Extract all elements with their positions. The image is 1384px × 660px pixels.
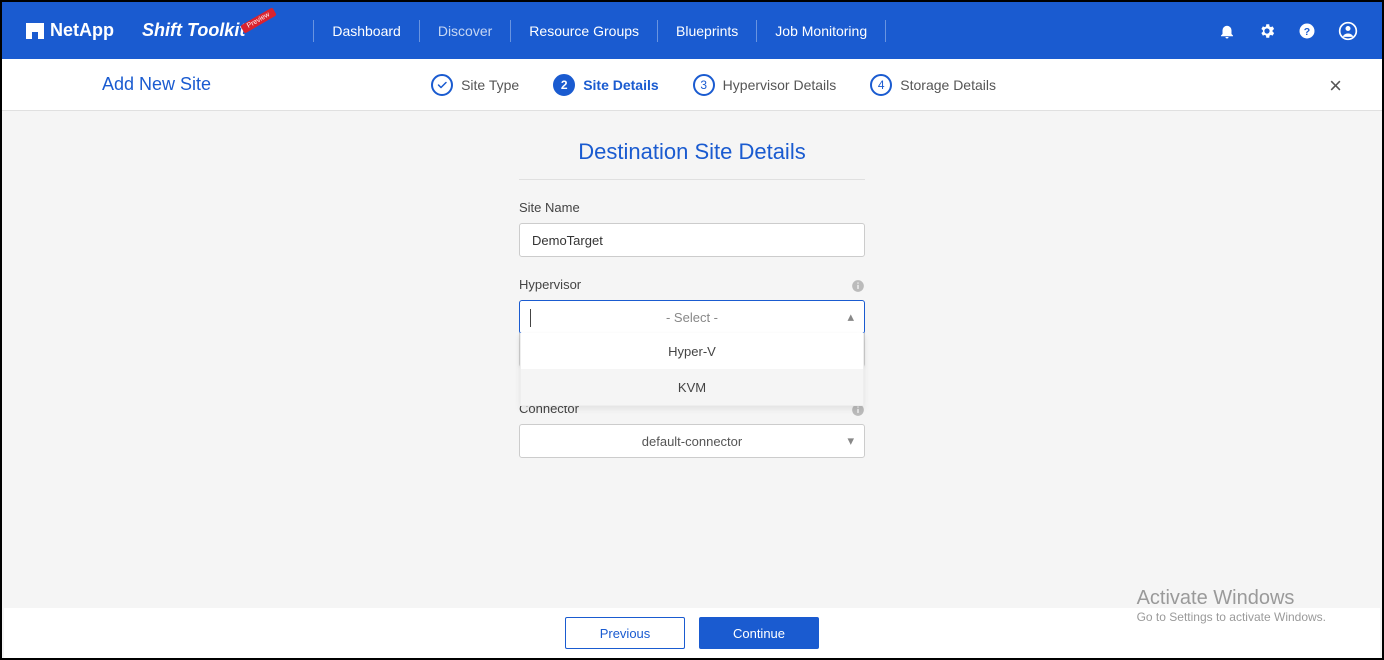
wizard-header: Add New Site Site Type 2 Site Details 3 … <box>2 59 1382 111</box>
bell-icon[interactable] <box>1218 22 1236 40</box>
primary-nav: Dashboard Discover Resource Groups Bluep… <box>295 20 904 42</box>
wizard-footer: Previous Continue <box>4 608 1380 658</box>
connector-select[interactable]: default-connector ▾ <box>519 424 865 458</box>
step-site-details[interactable]: 2 Site Details <box>553 74 658 96</box>
text-cursor <box>530 309 531 327</box>
product-name: Shift Toolkit Preview <box>142 20 275 41</box>
hypervisor-option-kvm[interactable]: KVM <box>521 369 863 405</box>
chevron-up-icon: ▴ <box>847 309 854 325</box>
nav-dashboard[interactable]: Dashboard <box>332 23 401 39</box>
hypervisor-select[interactable]: - Select - ▴ Hyper-V KVM <box>519 300 865 334</box>
hypervisor-option-hyperv[interactable]: Hyper-V <box>521 333 863 369</box>
step-indicator: Site Type 2 Site Details 3 Hypervisor De… <box>431 74 996 96</box>
svg-text:?: ? <box>1304 25 1310 37</box>
connector-field: Connector default-connector ▾ <box>519 401 865 458</box>
brand-text: NetApp <box>50 20 114 41</box>
hypervisor-placeholder: - Select - <box>666 310 718 325</box>
chevron-down-icon: ▾ <box>847 433 854 449</box>
site-name-label: Site Name <box>519 200 865 215</box>
preview-badge: Preview <box>241 7 277 33</box>
info-icon[interactable] <box>851 279 865 298</box>
step-site-type[interactable]: Site Type <box>431 74 519 96</box>
nav-blueprints[interactable]: Blueprints <box>676 23 738 39</box>
nav-resource-groups[interactable]: Resource Groups <box>529 23 639 39</box>
continue-button[interactable]: Continue <box>699 617 819 649</box>
nav-discover[interactable]: Discover <box>438 23 492 39</box>
connector-value: default-connector <box>642 434 742 449</box>
step-storage-details[interactable]: 4 Storage Details <box>870 74 996 96</box>
top-navbar: NetApp Shift Toolkit Preview Dashboard D… <box>2 2 1382 59</box>
nav-job-monitoring[interactable]: Job Monitoring <box>775 23 867 39</box>
form-area: Destination Site Details Site Name Hyper… <box>2 111 1382 458</box>
hypervisor-dropdown: Hyper-V KVM <box>520 333 864 406</box>
site-name-input[interactable] <box>519 223 865 257</box>
page-title: Add New Site <box>102 74 211 95</box>
user-icon[interactable] <box>1338 21 1358 41</box>
gear-icon[interactable] <box>1258 22 1276 40</box>
previous-button[interactable]: Previous <box>565 617 685 649</box>
step-hypervisor-details[interactable]: 3 Hypervisor Details <box>693 74 837 96</box>
form-title: Destination Site Details <box>519 139 865 180</box>
close-icon[interactable]: × <box>1329 73 1342 99</box>
site-name-field: Site Name <box>519 200 865 257</box>
check-icon <box>431 74 453 96</box>
hypervisor-field: Hypervisor - Select - ▴ Hyper-V KVM <box>519 277 865 334</box>
hypervisor-label: Hypervisor <box>519 277 865 292</box>
netapp-logo-icon <box>26 23 44 39</box>
help-icon[interactable]: ? <box>1298 22 1316 40</box>
brand-logo: NetApp <box>26 20 114 41</box>
